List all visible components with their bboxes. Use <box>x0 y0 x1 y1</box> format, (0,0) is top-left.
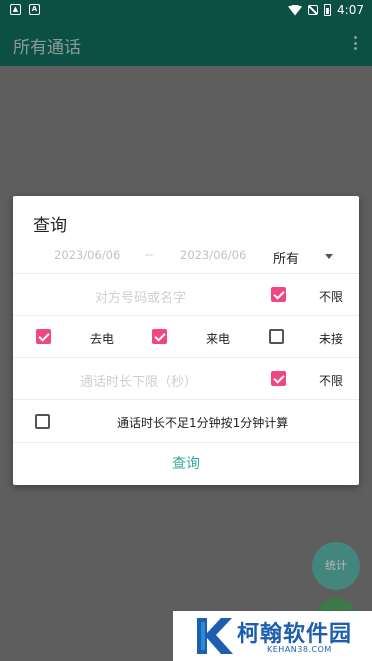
app-bar: 所有通话 <box>0 20 372 66</box>
watermark-subtext: KEHAN38.COM <box>267 645 332 654</box>
stats-fab[interactable]: 统计 <box>312 542 360 590</box>
round-minute-row: 通话时长不足1分钟按1分钟计算 <box>13 400 359 443</box>
outgoing-checkbox[interactable] <box>36 329 51 344</box>
date-range-row: 2023/06/06 -- 2023/06/06 所有 <box>13 240 359 274</box>
call-type-row: 去电 来电 未接 <box>13 316 359 358</box>
mute-icon <box>308 5 319 15</box>
outgoing-label: 去电 <box>90 332 115 346</box>
round-minute-label: 通话时长不足1分钟按1分钟计算 <box>117 416 289 430</box>
watermark-text: 柯翰软件园 <box>237 622 353 647</box>
shield-icon: ▲ <box>10 4 21 15</box>
battery-icon <box>324 4 332 16</box>
more-vert-icon[interactable] <box>354 36 358 50</box>
duration-unlimited-label: 不限 <box>319 374 344 388</box>
contact-input[interactable]: 对方号码或名字 <box>95 287 186 306</box>
incoming-checkbox[interactable] <box>152 329 167 344</box>
date-from-field[interactable]: 2023/06/06 <box>54 248 120 262</box>
dropdown-selected-value: 所有 <box>273 252 300 267</box>
status-bar: ▲ A 4:07 <box>0 0 372 20</box>
date-to-field[interactable]: 2023/06/06 <box>180 248 246 262</box>
stats-fab-label: 统计 <box>325 559 347 572</box>
duration-unlimited-checkbox[interactable] <box>271 371 286 386</box>
round-minute-checkbox[interactable] <box>35 414 50 429</box>
duration-input[interactable]: 通话时长下限（秒） <box>80 371 197 390</box>
dialog-title: 查询 <box>33 216 67 236</box>
status-time: 4:07 <box>337 3 364 17</box>
watermark: 柯翰软件园 KEHAN38.COM <box>173 611 372 661</box>
a-icon: A <box>29 4 40 15</box>
wifi-icon <box>288 4 303 16</box>
date-separator: -- <box>145 247 154 261</box>
missed-checkbox[interactable] <box>269 329 284 344</box>
query-button[interactable]: 查询 <box>13 443 359 485</box>
contact-unlimited-checkbox[interactable] <box>271 287 286 302</box>
page-title: 所有通话 <box>13 38 81 58</box>
duration-row: 通话时长下限（秒） 不限 <box>13 358 359 400</box>
query-dialog: 查询 2023/06/06 -- 2023/06/06 所有 对方号码或名字 不… <box>13 196 359 485</box>
incoming-label: 来电 <box>206 332 231 346</box>
k-logo-icon <box>197 618 233 654</box>
missed-label: 未接 <box>319 332 344 346</box>
contact-unlimited-label: 不限 <box>319 290 344 304</box>
chevron-down-icon <box>325 254 333 259</box>
contact-row: 对方号码或名字 不限 <box>13 274 359 316</box>
call-type-dropdown[interactable]: 所有 <box>273 246 333 268</box>
